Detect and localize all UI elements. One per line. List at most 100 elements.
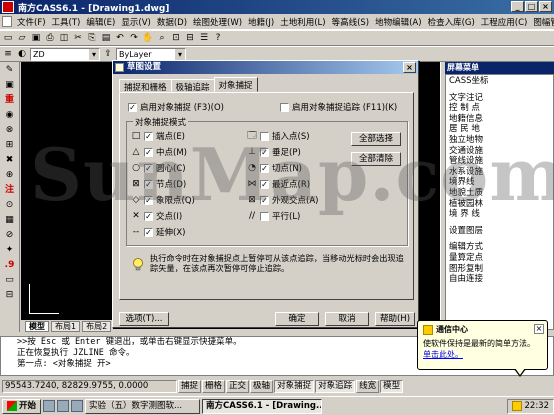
screen-menu-item[interactable]: 地貌土质 — [449, 188, 550, 199]
tab-polar-tracking[interactable]: 极轴追踪 — [170, 79, 215, 93]
screen-menu-item[interactable]: CASS坐标 — [449, 76, 550, 87]
grid-tool-icon[interactable]: ⊞ — [3, 139, 17, 152]
balloon-close-button[interactable]: × — [534, 324, 544, 334]
osnap-perpendicular[interactable]: ⊥ ✓ 垂足(P) — [247, 146, 301, 158]
minus-tool-icon[interactable]: ⊟ — [3, 289, 17, 302]
menu-landuse[interactable]: 土地利用(L) — [277, 16, 328, 28]
screen-menu-item[interactable]: 图形复制 — [449, 264, 550, 275]
status-ortho[interactable]: 正交 — [226, 379, 250, 393]
status-lineweight[interactable]: 线宽 — [356, 379, 380, 393]
status-osnap[interactable]: 对象捕捉 — [274, 379, 315, 393]
screen-menu-item[interactable]: 水系设施 — [449, 167, 550, 178]
redo-icon[interactable]: ↷ — [128, 32, 140, 44]
screen-menu-item[interactable]: 文字注记 — [449, 93, 550, 104]
new-file-icon[interactable]: ▭ — [2, 32, 14, 44]
parallel-checkbox[interactable] — [260, 211, 269, 221]
status-model[interactable]: 模型 — [380, 379, 404, 393]
status-grid[interactable]: 栅格 — [202, 379, 226, 393]
screen-menu-item[interactable]: 境 界 线 — [449, 209, 550, 220]
options-button[interactable]: 选项(T)... — [119, 312, 169, 326]
nearest-checkbox[interactable]: ✓ — [260, 179, 269, 189]
screen-menu-item[interactable]: 独立地物 — [449, 135, 550, 146]
osnap-apparent-intersection[interactable]: ⊠ ✓ 外观交点(A) — [247, 194, 318, 206]
osnap-node[interactable]: ⊠ ✓ 节点(D) — [131, 178, 186, 190]
enable-tracking-row[interactable]: 启用对象捕捉追踪 (F11)(K) — [280, 101, 397, 113]
zoom-previous-icon[interactable]: ⊟ — [184, 32, 196, 44]
screen-menu-item[interactable]: 植被园林 — [449, 199, 550, 210]
menu-view[interactable]: 显示(V) — [118, 16, 153, 28]
screen-menu-item[interactable]: 控 制 点 — [449, 103, 550, 114]
balloon-link[interactable]: 单击此处。 — [423, 349, 542, 360]
zoom-icon[interactable]: ⌕ — [156, 32, 168, 44]
menu-engineering[interactable]: 工程应用(C) — [478, 16, 531, 28]
menu-edit[interactable]: 编辑(E) — [83, 16, 118, 28]
properties-icon[interactable]: ☰ — [198, 32, 210, 44]
layer-manager-icon[interactable]: ≡ — [2, 48, 14, 60]
star-tool-icon[interactable]: ✦ — [3, 244, 17, 257]
point-tool-icon[interactable]: ⊕ — [3, 169, 17, 182]
task-button[interactable]: 实验（五）数字测图软... — [85, 398, 201, 414]
tab-layout1[interactable]: 布局1 — [51, 320, 81, 332]
select-all-button[interactable]: 全部选择 — [351, 132, 401, 146]
quicklaunch-ie-icon[interactable] — [43, 400, 56, 412]
help-button[interactable]: 帮助(H) — [375, 312, 415, 326]
screen-menu-item[interactable]: 管线设施 — [449, 156, 550, 167]
maximize-button[interactable]: □ — [525, 1, 538, 12]
cancel-button[interactable]: 取消 — [325, 312, 369, 326]
enable-tracking-checkbox[interactable] — [280, 102, 289, 112]
screen-menu-item[interactable]: 居 民 地 — [449, 124, 550, 135]
task-button-active[interactable]: 南方CASS6.1 - [Drawing... — [202, 398, 323, 414]
osnap-midpoint[interactable]: △ ✓ 中点(M) — [131, 146, 187, 158]
status-snap[interactable]: 捕捉 — [178, 379, 202, 393]
tab-layout2[interactable]: 布局2 — [82, 320, 112, 332]
clear-all-button[interactable]: 全部清除 — [351, 152, 401, 166]
block-tool-icon[interactable]: ▣ — [3, 79, 17, 92]
layer-combo[interactable]: ZD — [30, 47, 100, 61]
extension-checkbox[interactable]: ✓ — [144, 227, 153, 237]
copy-icon[interactable]: ⎘ — [86, 32, 98, 44]
layer-state-icon[interactable]: ◐ — [16, 48, 28, 60]
menu-drawing[interactable]: 绘图处理(W) — [190, 16, 245, 28]
screen-menu-item[interactable]: 量算定点 — [449, 253, 550, 264]
tab-model[interactable]: 模型 — [25, 320, 49, 332]
color-combo[interactable]: ByLayer — [116, 47, 186, 61]
osnap-parallel[interactable]: // 平行(L) — [247, 210, 300, 222]
midpoint-checkbox[interactable]: ✓ — [144, 147, 153, 157]
cut-icon[interactable]: ✂ — [72, 32, 84, 44]
apparent-intersection-checkbox[interactable]: ✓ — [260, 195, 269, 205]
pan-icon[interactable]: ✋ — [142, 32, 154, 44]
make-current-icon[interactable]: ⇪ — [102, 48, 114, 60]
circle-tool-icon[interactable]: ◉ — [3, 109, 17, 122]
osnap-nearest[interactable]: ⋈ ✓ 最近点(R) — [247, 178, 311, 190]
close-button[interactable]: × — [539, 1, 552, 12]
screen-menu-item[interactable]: 地籍信息 — [449, 114, 550, 125]
center-checkbox[interactable]: ✓ — [144, 163, 153, 173]
screen-menu-item[interactable]: 自由连接 — [449, 274, 550, 285]
dialog-close-button[interactable]: × — [403, 62, 416, 73]
tab-object-snap[interactable]: 对象捕捉 — [213, 77, 258, 92]
osnap-extension[interactable]: -- ✓ 延伸(X) — [131, 226, 186, 238]
quicklaunch-desktop-icon[interactable] — [57, 400, 70, 412]
minimize-button[interactable]: _ — [511, 1, 524, 12]
osnap-quadrant[interactable]: ◇ ✓ 象限点(Q) — [131, 194, 195, 206]
menu-check[interactable]: 检查入库(G) — [425, 16, 478, 28]
quadrant-checkbox[interactable]: ✓ — [144, 195, 153, 205]
osnap-insertion[interactable]: 🗔 插入点(S) — [247, 130, 309, 142]
start-button[interactable]: 开始 — [2, 398, 42, 414]
node-checkbox[interactable]: ✓ — [144, 179, 153, 189]
undo-icon[interactable]: ↶ — [114, 32, 126, 44]
help-icon[interactable]: ? — [212, 32, 224, 44]
paste-icon[interactable]: ▤ — [100, 32, 112, 44]
menu-data[interactable]: 数据(D) — [154, 16, 190, 28]
screen-menu-item[interactable]: 交通设施 — [449, 146, 550, 157]
osnap-tangent[interactable]: ◔ ✓ 切点(N) — [247, 162, 302, 174]
menu-tools[interactable]: 工具(T) — [49, 16, 84, 28]
menu-file[interactable]: 文件(F) — [14, 16, 49, 28]
osnap-center[interactable]: ○ ✓ 圆心(C) — [131, 162, 186, 174]
erase-tool-icon[interactable]: ⊗ — [3, 124, 17, 137]
open-file-icon[interactable]: ▱ — [16, 32, 28, 44]
comm-center-tray-icon[interactable] — [511, 401, 522, 411]
redraw-tool-icon[interactable]: 重 — [3, 94, 17, 107]
enable-osnap-checkbox[interactable]: ✓ — [128, 102, 137, 112]
osnap-endpoint[interactable]: □ ✓ 端点(E) — [131, 130, 185, 142]
